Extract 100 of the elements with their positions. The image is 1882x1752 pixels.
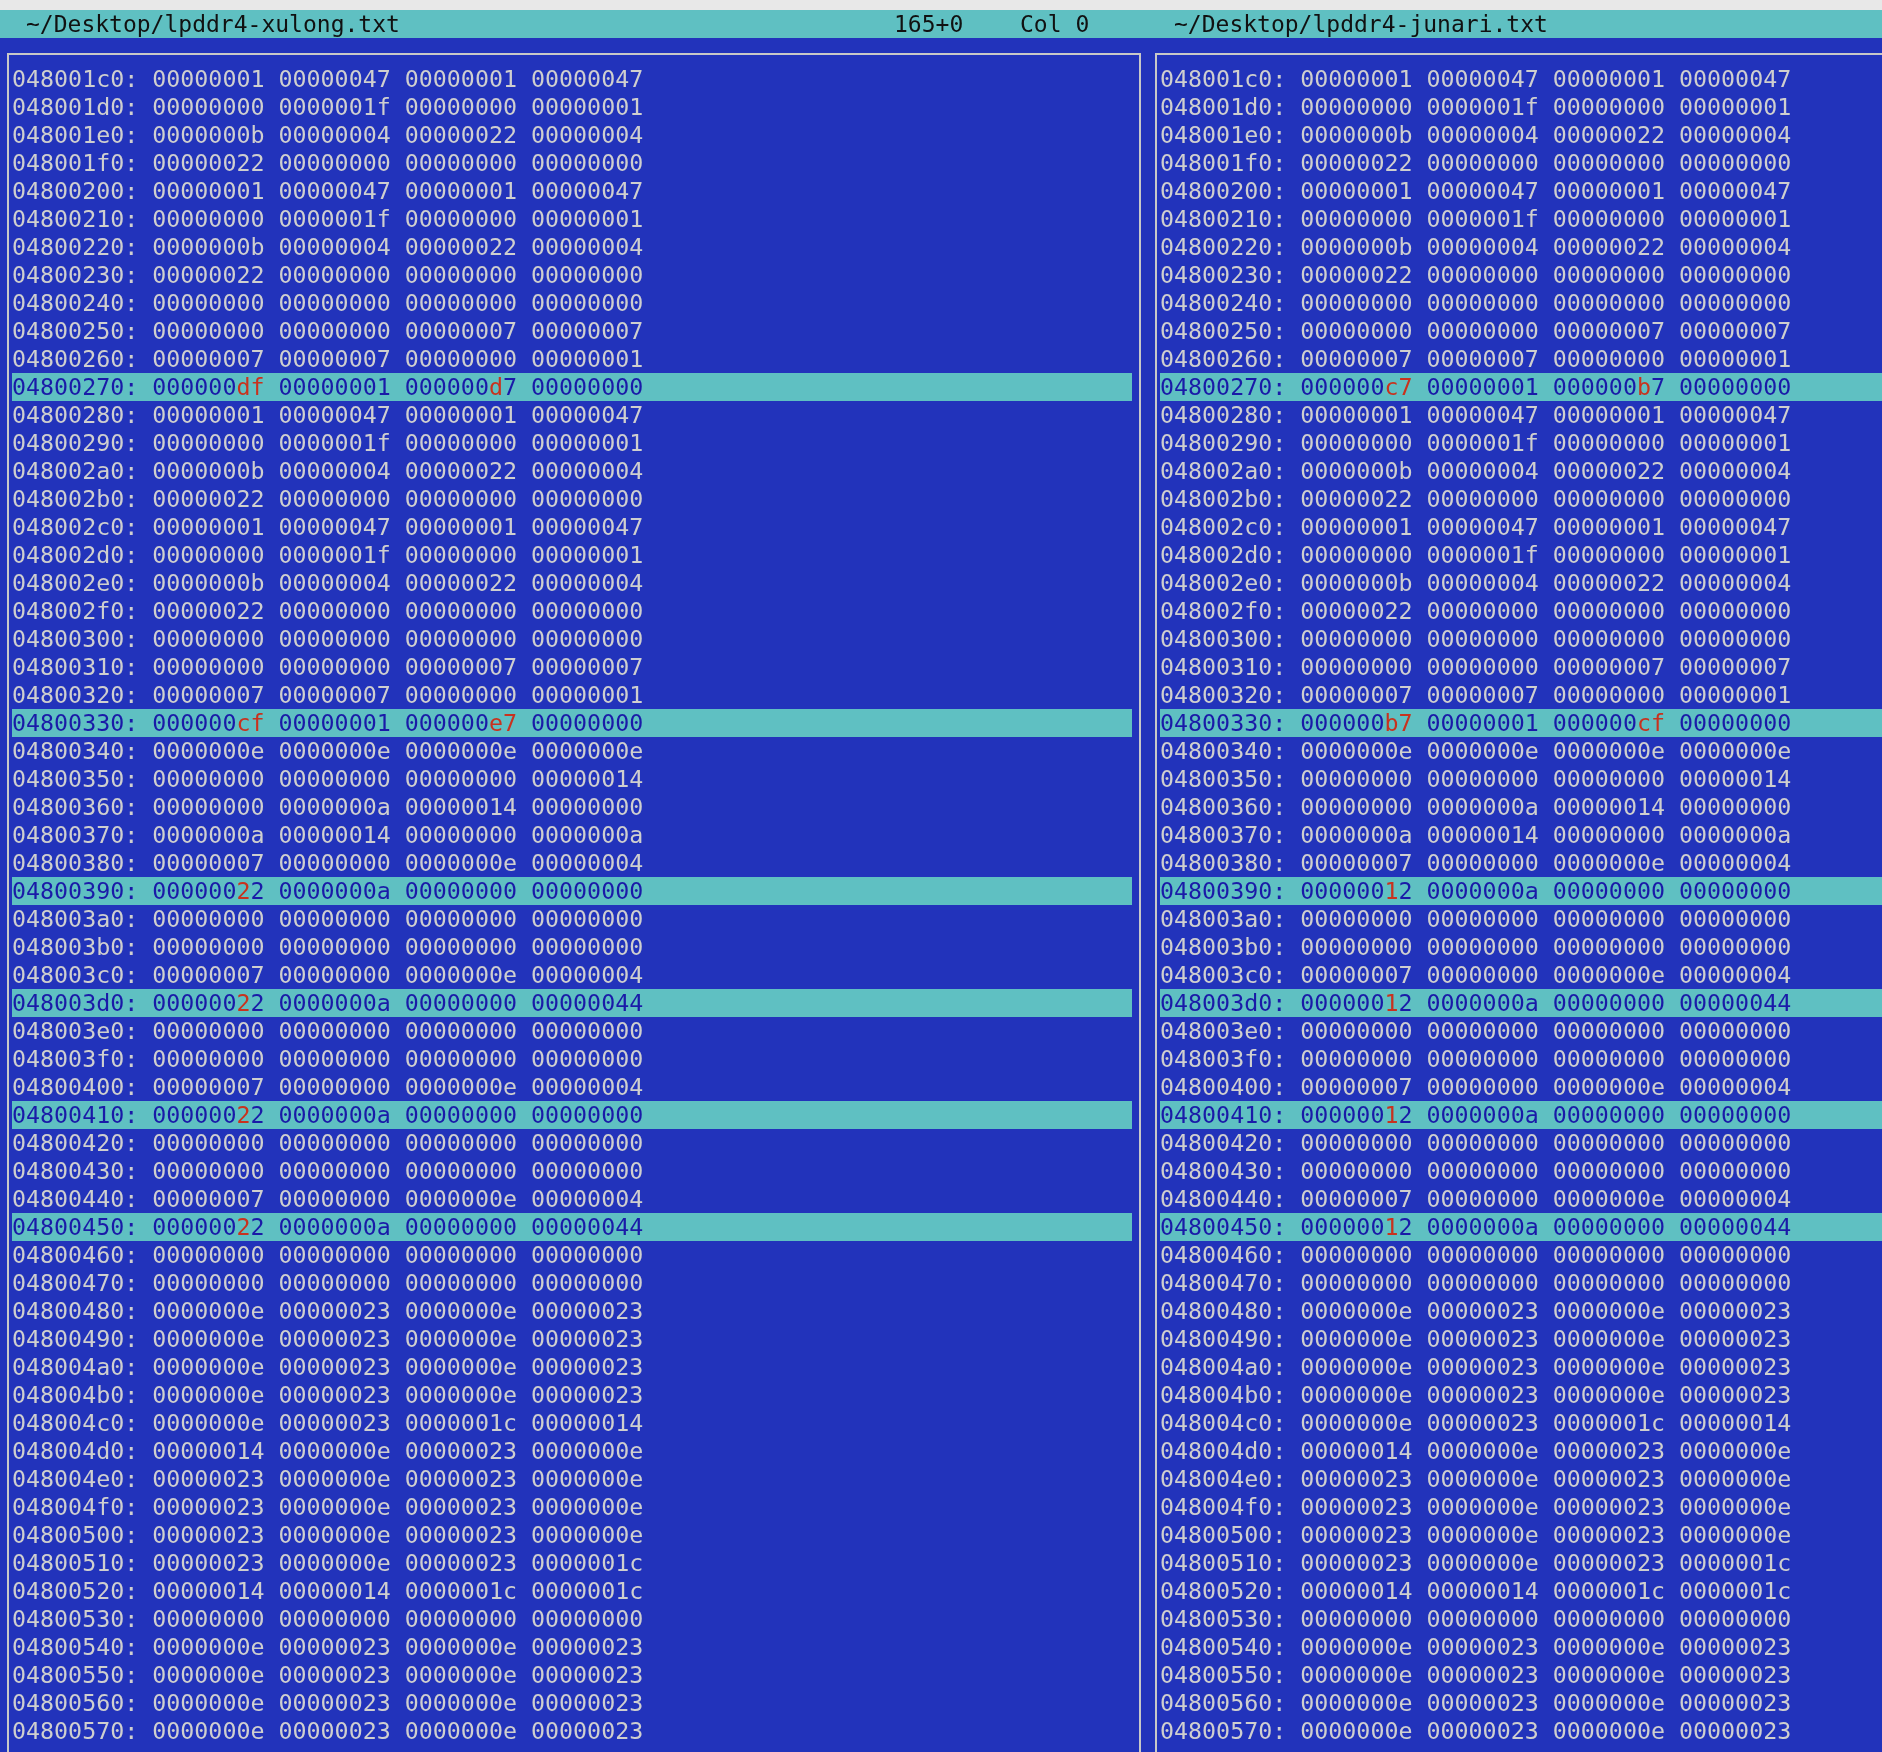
hex-line: 048003a0: 00000000 00000000 00000000 00000000 [1160, 905, 1793, 933]
hex-line: 04800560: 0000000e 00000023 0000000e 00000023 [12, 1689, 645, 1717]
hex-line: 04800250: 00000000 00000000 00000007 00000007 [1160, 317, 1793, 345]
hex-line: 04800220: 0000000b 00000004 00000022 00000004 [1160, 233, 1793, 261]
hex-line: 04800290: 00000000 0000001f 00000000 00000001 [12, 429, 645, 457]
hex-line: 04800200: 00000001 00000047 00000001 00000047 [12, 177, 645, 205]
hex-line: 048004a0: 0000000e 00000023 0000000e 00000023 [1160, 1353, 1793, 1381]
hex-line: 04800340: 0000000e 0000000e 0000000e 0000000e [1160, 737, 1793, 765]
hex-line: 04800510: 00000023 0000000e 00000023 0000001c [12, 1549, 645, 1577]
hex-line: 048004d0: 00000014 0000000e 00000023 0000000e [1160, 1437, 1793, 1465]
hex-line: 04800250: 00000000 00000000 00000007 00000007 [12, 317, 645, 345]
hex-line: 04800520: 00000014 00000014 0000001c 0000001c [12, 1577, 645, 1605]
hex-line: 04800310: 00000000 00000000 00000007 00000007 [12, 653, 645, 681]
hex-line: 04800420: 00000000 00000000 00000000 00000000 [12, 1129, 645, 1157]
hex-line: 048002f0: 00000022 00000000 00000000 00000000 [1160, 597, 1793, 625]
hex-line: 048004c0: 0000000e 00000023 0000001c 00000014 [1160, 1409, 1793, 1437]
hex-line: 04800370: 0000000a 00000014 00000000 0000000a [1160, 821, 1793, 849]
hex-line: 048001d0: 00000000 0000001f 00000000 00000001 [12, 93, 645, 121]
hex-line: 048001e0: 0000000b 00000004 00000022 00000004 [12, 121, 645, 149]
hex-line: 048004f0: 00000023 0000000e 00000023 0000000e [1160, 1493, 1793, 1521]
hex-line: 04800570: 0000000e 00000023 0000000e 00000023 [1160, 1717, 1793, 1745]
hex-line: 04800440: 00000007 00000000 0000000e 00000004 [1160, 1185, 1793, 1213]
hex-line: 048003c0: 00000007 00000000 0000000e 00000004 [12, 961, 645, 989]
file-path: ~/Desktop/lpddr4-junari.txt [1174, 10, 1548, 38]
hex-line: 04800570: 0000000e 00000023 0000000e 00000023 [12, 1717, 645, 1745]
hex-line: 04800430: 00000000 00000000 00000000 00000000 [12, 1157, 645, 1185]
hex-line: 04800510: 00000023 0000000e 00000023 0000001c [1160, 1549, 1793, 1577]
hex-line: 048003b0: 00000000 00000000 00000000 00000000 [1160, 933, 1793, 961]
hex-line: 04800230: 00000022 00000000 00000000 00000000 [12, 261, 645, 289]
hex-line: 04800260: 00000007 00000007 00000000 00000001 [12, 345, 645, 373]
hex-line: 04800480: 0000000e 00000023 0000000e 00000023 [1160, 1297, 1793, 1325]
hex-line: 04800350: 00000000 00000000 00000000 00000014 [1160, 765, 1793, 793]
hex-line: 048002c0: 00000001 00000047 00000001 00000047 [1160, 513, 1793, 541]
hex-line: 048003a0: 00000000 00000000 00000000 00000000 [12, 905, 645, 933]
hex-line: 04800440: 00000007 00000000 0000000e 00000004 [12, 1185, 645, 1213]
hex-line: 048004d0: 00000014 0000000e 00000023 0000000e [12, 1437, 645, 1465]
hex-line: 048002e0: 0000000b 00000004 00000022 00000004 [1160, 569, 1793, 597]
hex-line: 04800490: 0000000e 00000023 0000000e 00000023 [1160, 1325, 1793, 1353]
hex-line: 04800290: 00000000 0000001f 00000000 00000001 [1160, 429, 1793, 457]
hex-line: 048002c0: 00000001 00000047 00000001 00000047 [12, 513, 645, 541]
hex-line: 048003b0: 00000000 00000000 00000000 00000000 [12, 933, 645, 961]
hex-line: 04800280: 00000001 00000047 00000001 00000047 [1160, 401, 1793, 429]
hex-line: 048001e0: 0000000b 00000004 00000022 00000004 [1160, 121, 1793, 149]
hex-line: 04800400: 00000007 00000000 0000000e 00000004 [12, 1073, 645, 1101]
hex-line: 04800540: 0000000e 00000023 0000000e 00000023 [1160, 1633, 1793, 1661]
hex-line: 04800380: 00000007 00000000 0000000e 00000004 [12, 849, 645, 877]
hex-line: 04800470: 00000000 00000000 00000000 00000000 [1160, 1269, 1793, 1297]
hex-line: 04800260: 00000007 00000007 00000000 00000001 [1160, 345, 1793, 373]
hex-line: 04800360: 00000000 0000000a 00000014 00000000 [1160, 793, 1793, 821]
hex-line: 048002e0: 0000000b 00000004 00000022 00000004 [12, 569, 645, 597]
hex-line: 04800370: 0000000a 00000014 00000000 0000000a [12, 821, 645, 849]
hex-line: 04800530: 00000000 00000000 00000000 00000000 [1160, 1605, 1793, 1633]
hex-line: 04800480: 0000000e 00000023 0000000e 00000023 [12, 1297, 645, 1325]
hex-line: 048003e0: 00000000 00000000 00000000 00000000 [1160, 1017, 1793, 1045]
hex-line: 048003c0: 00000007 00000000 0000000e 00000004 [1160, 961, 1793, 989]
hex-line: 04800320: 00000007 00000007 00000000 00000001 [1160, 681, 1793, 709]
hex-line: 048004b0: 0000000e 00000023 0000000e 00000023 [1160, 1381, 1793, 1409]
hex-line: 048002d0: 00000000 0000001f 00000000 00000001 [12, 541, 645, 569]
hex-line: 048002d0: 00000000 0000001f 00000000 00000001 [1160, 541, 1793, 569]
hex-line: 04800280: 00000001 00000047 00000001 00000047 [12, 401, 645, 429]
line-position: 165+0 [894, 10, 965, 38]
hex-line: 04800530: 00000000 00000000 00000000 00000000 [12, 1605, 645, 1633]
hex-line: 04800500: 00000023 0000000e 00000023 0000000e [12, 1521, 645, 1549]
hex-line: 04800430: 00000000 00000000 00000000 00000000 [1160, 1157, 1793, 1185]
hex-line: 04800500: 00000023 0000000e 00000023 0000000e [1160, 1521, 1793, 1549]
hex-line: 048002b0: 00000022 00000000 00000000 00000000 [12, 485, 645, 513]
hex-line: 04800520: 00000014 00000014 0000001c 0000001c [1160, 1577, 1793, 1605]
hex-line: 04800300: 00000000 00000000 00000000 00000000 [1160, 625, 1793, 653]
hex-line: 048004f0: 00000023 0000000e 00000023 0000000e [12, 1493, 645, 1521]
hex-line: 04800360: 00000000 0000000a 00000014 00000000 [12, 793, 645, 821]
hex-line: 048002f0: 00000022 00000000 00000000 00000000 [12, 597, 645, 625]
hex-line: 048001c0: 00000001 00000047 00000001 00000047 [1160, 65, 1793, 93]
hex-line: 04800470: 00000000 00000000 00000000 00000000 [12, 1269, 645, 1297]
hex-line: 04800220: 0000000b 00000004 00000022 00000004 [12, 233, 645, 261]
hex-line: 04800300: 00000000 00000000 00000000 00000000 [12, 625, 645, 653]
hex-line: 04800550: 0000000e 00000023 0000000e 00000023 [12, 1661, 645, 1689]
hex-line: 04800380: 00000007 00000000 0000000e 00000004 [1160, 849, 1793, 877]
hex-line: 048004e0: 00000023 0000000e 00000023 0000000e [1160, 1465, 1793, 1493]
hex-line: 048003f0: 00000000 00000000 00000000 00000000 [1160, 1045, 1793, 1073]
hex-line: 04800420: 00000000 00000000 00000000 00000000 [1160, 1129, 1793, 1157]
hex-line: 04800320: 00000007 00000007 00000000 00000001 [12, 681, 645, 709]
hex-line: 04800350: 00000000 00000000 00000000 00000014 [12, 765, 645, 793]
hex-line: 04800210: 00000000 0000001f 00000000 00000001 [12, 205, 645, 233]
hex-line: 048004a0: 0000000e 00000023 0000000e 00000023 [12, 1353, 645, 1381]
hex-line: 048004e0: 00000023 0000000e 00000023 0000000e [12, 1465, 645, 1493]
hex-line: 04800240: 00000000 00000000 00000000 00000000 [12, 289, 645, 317]
hex-line: 048001c0: 00000001 00000047 00000001 00000047 [12, 65, 645, 93]
hex-line: 04800560: 0000000e 00000023 0000000e 00000023 [1160, 1689, 1793, 1717]
hex-line: 048004b0: 0000000e 00000023 0000000e 00000023 [12, 1381, 645, 1409]
hex-line: 048001f0: 00000022 00000000 00000000 00000000 [12, 149, 645, 177]
hex-line: 04800540: 0000000e 00000023 0000000e 00000023 [12, 1633, 645, 1661]
hex-line: 04800460: 00000000 00000000 00000000 00000000 [12, 1241, 645, 1269]
hex-line: 048004c0: 0000000e 00000023 0000001c 00000014 [12, 1409, 645, 1437]
hex-line: 04800460: 00000000 00000000 00000000 00000000 [1160, 1241, 1793, 1269]
hex-line: 04800550: 0000000e 00000023 0000000e 00000023 [1160, 1661, 1793, 1689]
column-indicator: Col 0 [1020, 10, 1091, 38]
hex-line: 04800210: 00000000 0000001f 00000000 00000001 [1160, 205, 1793, 233]
file-path: ~/Desktop/lpddr4-xulong.txt [26, 10, 401, 38]
hex-line: 04800310: 00000000 00000000 00000007 00000007 [1160, 653, 1793, 681]
hex-line: 04800240: 00000000 00000000 00000000 00000000 [1160, 289, 1793, 317]
